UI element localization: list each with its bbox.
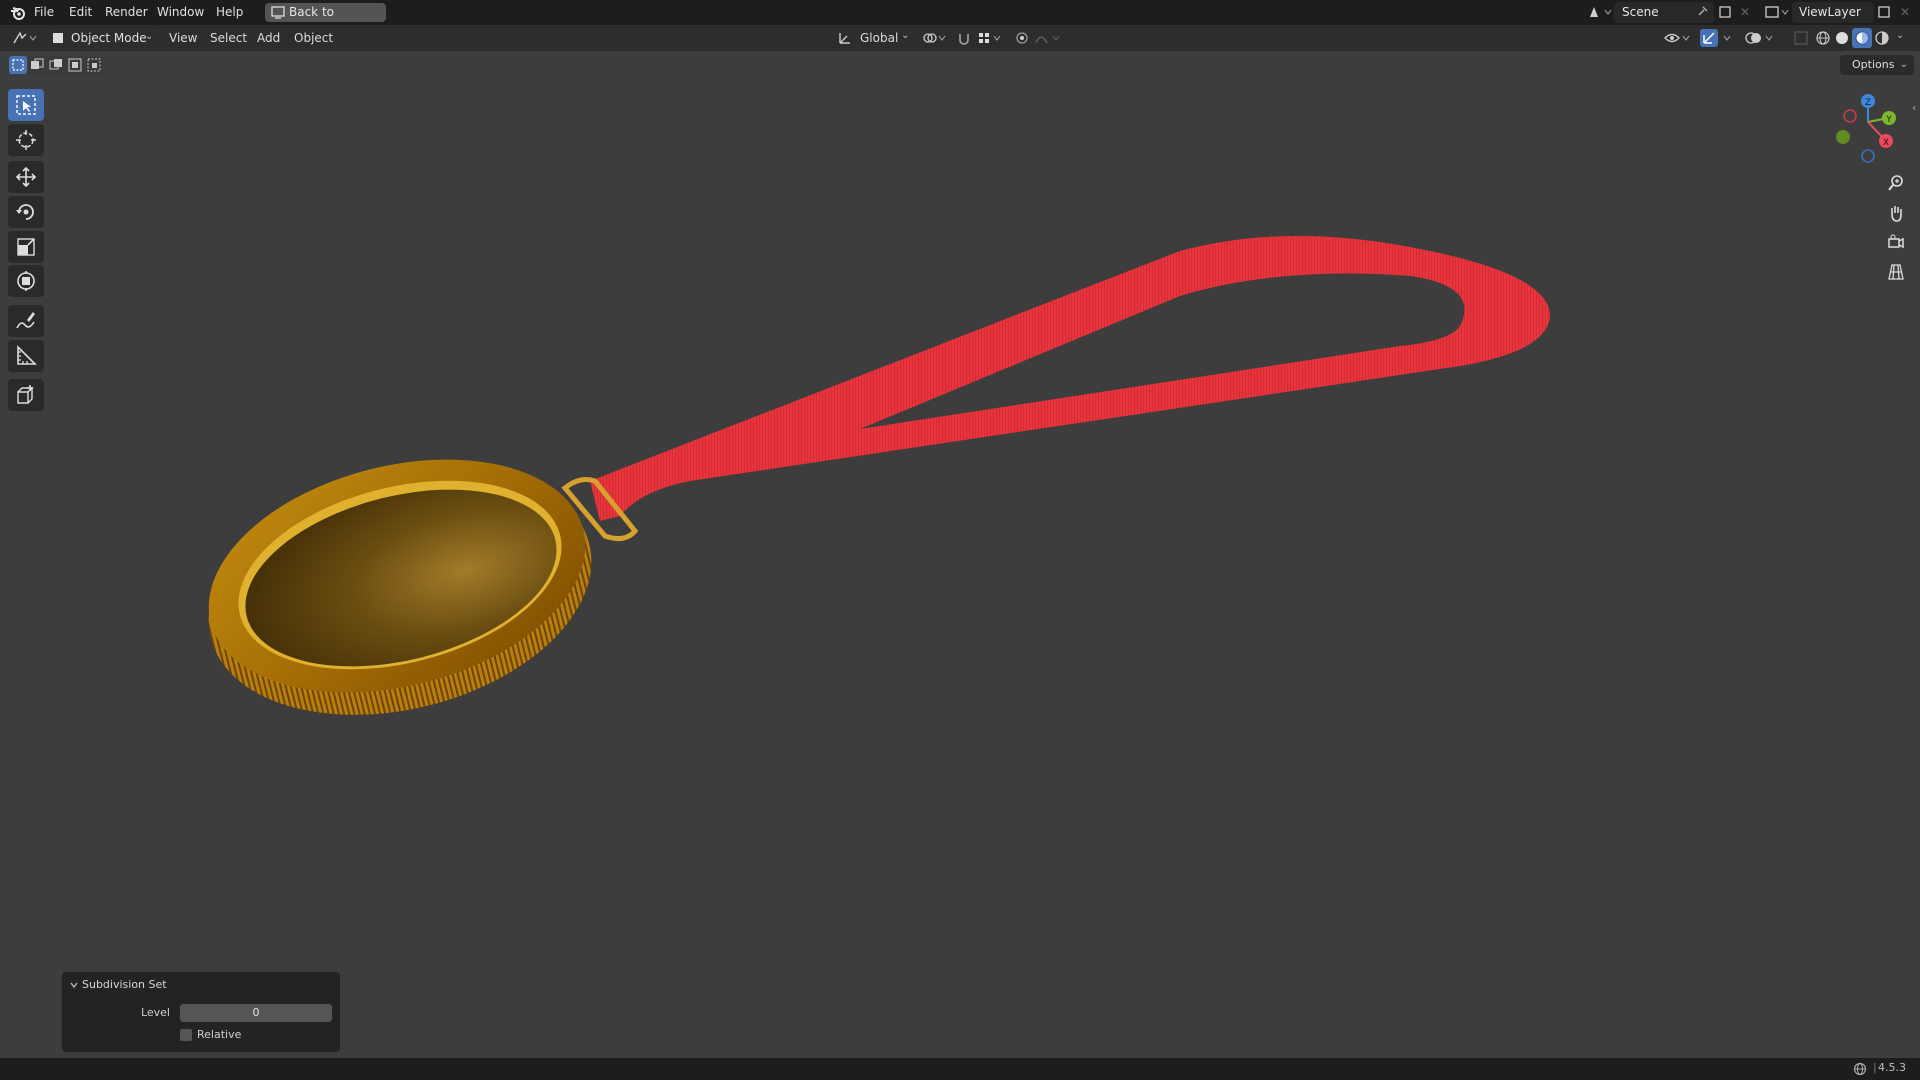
close-scene-icon[interactable]: ✕ — [1740, 5, 1750, 19]
panel-collapse-chevron-icon[interactable] — [69, 979, 79, 993]
wireframe-shading-icon[interactable] — [1815, 30, 1831, 49]
object-mode-dropdown[interactable]: Object Mode ⌄ — [47, 28, 159, 48]
pan-hand-icon[interactable] — [1882, 199, 1910, 227]
tool-add-cube[interactable] — [8, 379, 44, 411]
menu-edit[interactable]: Edit — [69, 0, 92, 25]
snap-target-icon[interactable] — [978, 31, 1002, 48]
version-label: 4.5.3 — [1878, 1061, 1906, 1074]
transform-orientation-icon[interactable] — [838, 31, 852, 48]
level-field[interactable]: 0 — [180, 1004, 332, 1022]
panel-title[interactable]: Subdivision Set — [82, 978, 167, 991]
view-layer-name: ViewLayer — [1799, 5, 1861, 19]
tool-measure[interactable] — [8, 340, 44, 372]
perspective-toggle-icon[interactable] — [1882, 258, 1910, 286]
menu-add[interactable]: Add — [257, 25, 280, 51]
back-screen-icon — [271, 6, 285, 25]
scene-name: Scene — [1622, 5, 1659, 19]
new-scene-icon[interactable] — [1718, 5, 1732, 22]
shading-options-chevron-icon[interactable]: ⌄ — [1896, 30, 1904, 41]
camera-view-icon[interactable] — [1882, 228, 1910, 256]
visibility-icon[interactable] — [1664, 31, 1692, 48]
object-mode-icon — [51, 31, 65, 48]
tool-rotate[interactable] — [8, 196, 44, 228]
blender-logo-icon[interactable] — [10, 5, 26, 24]
new-view-layer-icon[interactable] — [1877, 5, 1891, 22]
view-layer-field[interactable]: ViewLayer — [1792, 2, 1874, 23]
menu-render[interactable]: Render — [105, 0, 148, 25]
menu-window[interactable]: Window — [157, 0, 204, 25]
menu-file[interactable]: File — [34, 0, 54, 25]
medal-mesh[interactable] — [182, 423, 618, 753]
globe-icon — [1853, 1062, 1867, 1079]
overlays-icon[interactable] — [1745, 30, 1779, 49]
gizmo-toggle-icon[interactable] — [1700, 29, 1736, 50]
level-label: Level — [140, 1006, 170, 1019]
top-bar: File Edit Render Window Help Back to Pre… — [0, 0, 1920, 38]
snap-icon[interactable] — [957, 31, 971, 48]
viewport-header: Object Mode ⌄ View Select Add Object Glo… — [0, 25, 1920, 51]
status-bar: | 4.5.3 — [0, 1058, 1920, 1080]
navigation-gizmo[interactable]: Z Y X — [1830, 90, 1910, 170]
options-dropdown[interactable]: Options ⌄ — [1840, 55, 1914, 75]
pin-icon[interactable] — [1695, 5, 1709, 22]
relative-checkbox[interactable] — [180, 1029, 192, 1041]
sidebar-toggle-chevron-icon[interactable]: ‹ — [1912, 101, 1916, 114]
chevron-down-icon: ⌄ — [1899, 59, 1908, 70]
3d-viewport[interactable] — [0, 51, 1920, 1058]
back-to-previous-button[interactable]: Back to Previous — [265, 3, 386, 38]
menu-object[interactable]: Object — [294, 25, 333, 51]
chevron-down-icon: ⌄ — [145, 31, 154, 42]
relative-label[interactable]: Relative — [197, 1028, 241, 1041]
last-operator-panel: Subdivision Set Level 0 Relative — [62, 972, 340, 1052]
editor-type-icon[interactable] — [12, 30, 40, 49]
menu-view[interactable]: View — [169, 25, 197, 51]
zoom-icon[interactable] — [1882, 169, 1910, 197]
view-layer-icon[interactable] — [1765, 5, 1789, 22]
gizmo-x-label: X — [1883, 138, 1889, 148]
close-view-layer-icon[interactable]: ✕ — [1900, 5, 1910, 19]
menu-select[interactable]: Select — [210, 25, 247, 51]
status-divider: | — [1873, 1061, 1877, 1074]
ribbon-mesh[interactable] — [590, 236, 1550, 521]
rendered-shading-icon[interactable] — [1874, 30, 1890, 49]
scene-icon[interactable] — [1588, 5, 1612, 22]
tool-scale[interactable] — [8, 231, 44, 263]
tool-annotate[interactable] — [8, 305, 44, 337]
pivot-point-icon[interactable] — [922, 31, 946, 48]
solid-shading-icon[interactable] — [1834, 30, 1850, 49]
proportional-editing-icon[interactable] — [1015, 31, 1029, 48]
object-mode-label: Object Mode — [71, 31, 147, 45]
tool-select-box[interactable] — [8, 89, 44, 121]
chevron-down-icon: ⌄ — [901, 30, 910, 41]
xray-icon[interactable] — [1793, 30, 1809, 49]
tool-cursor[interactable] — [8, 124, 44, 156]
menu-help[interactable]: Help — [216, 0, 243, 25]
transform-orientation-dropdown[interactable]: Global — [860, 25, 898, 51]
gizmo-z-label: Z — [1865, 98, 1871, 108]
falloff-icon[interactable] — [1035, 31, 1063, 48]
tool-move[interactable] — [8, 161, 44, 193]
tool-transform[interactable] — [8, 265, 44, 297]
material-shading-icon[interactable] — [1852, 28, 1872, 51]
options-label: Options — [1852, 58, 1895, 71]
gizmo-y-label: Y — [1885, 115, 1892, 125]
